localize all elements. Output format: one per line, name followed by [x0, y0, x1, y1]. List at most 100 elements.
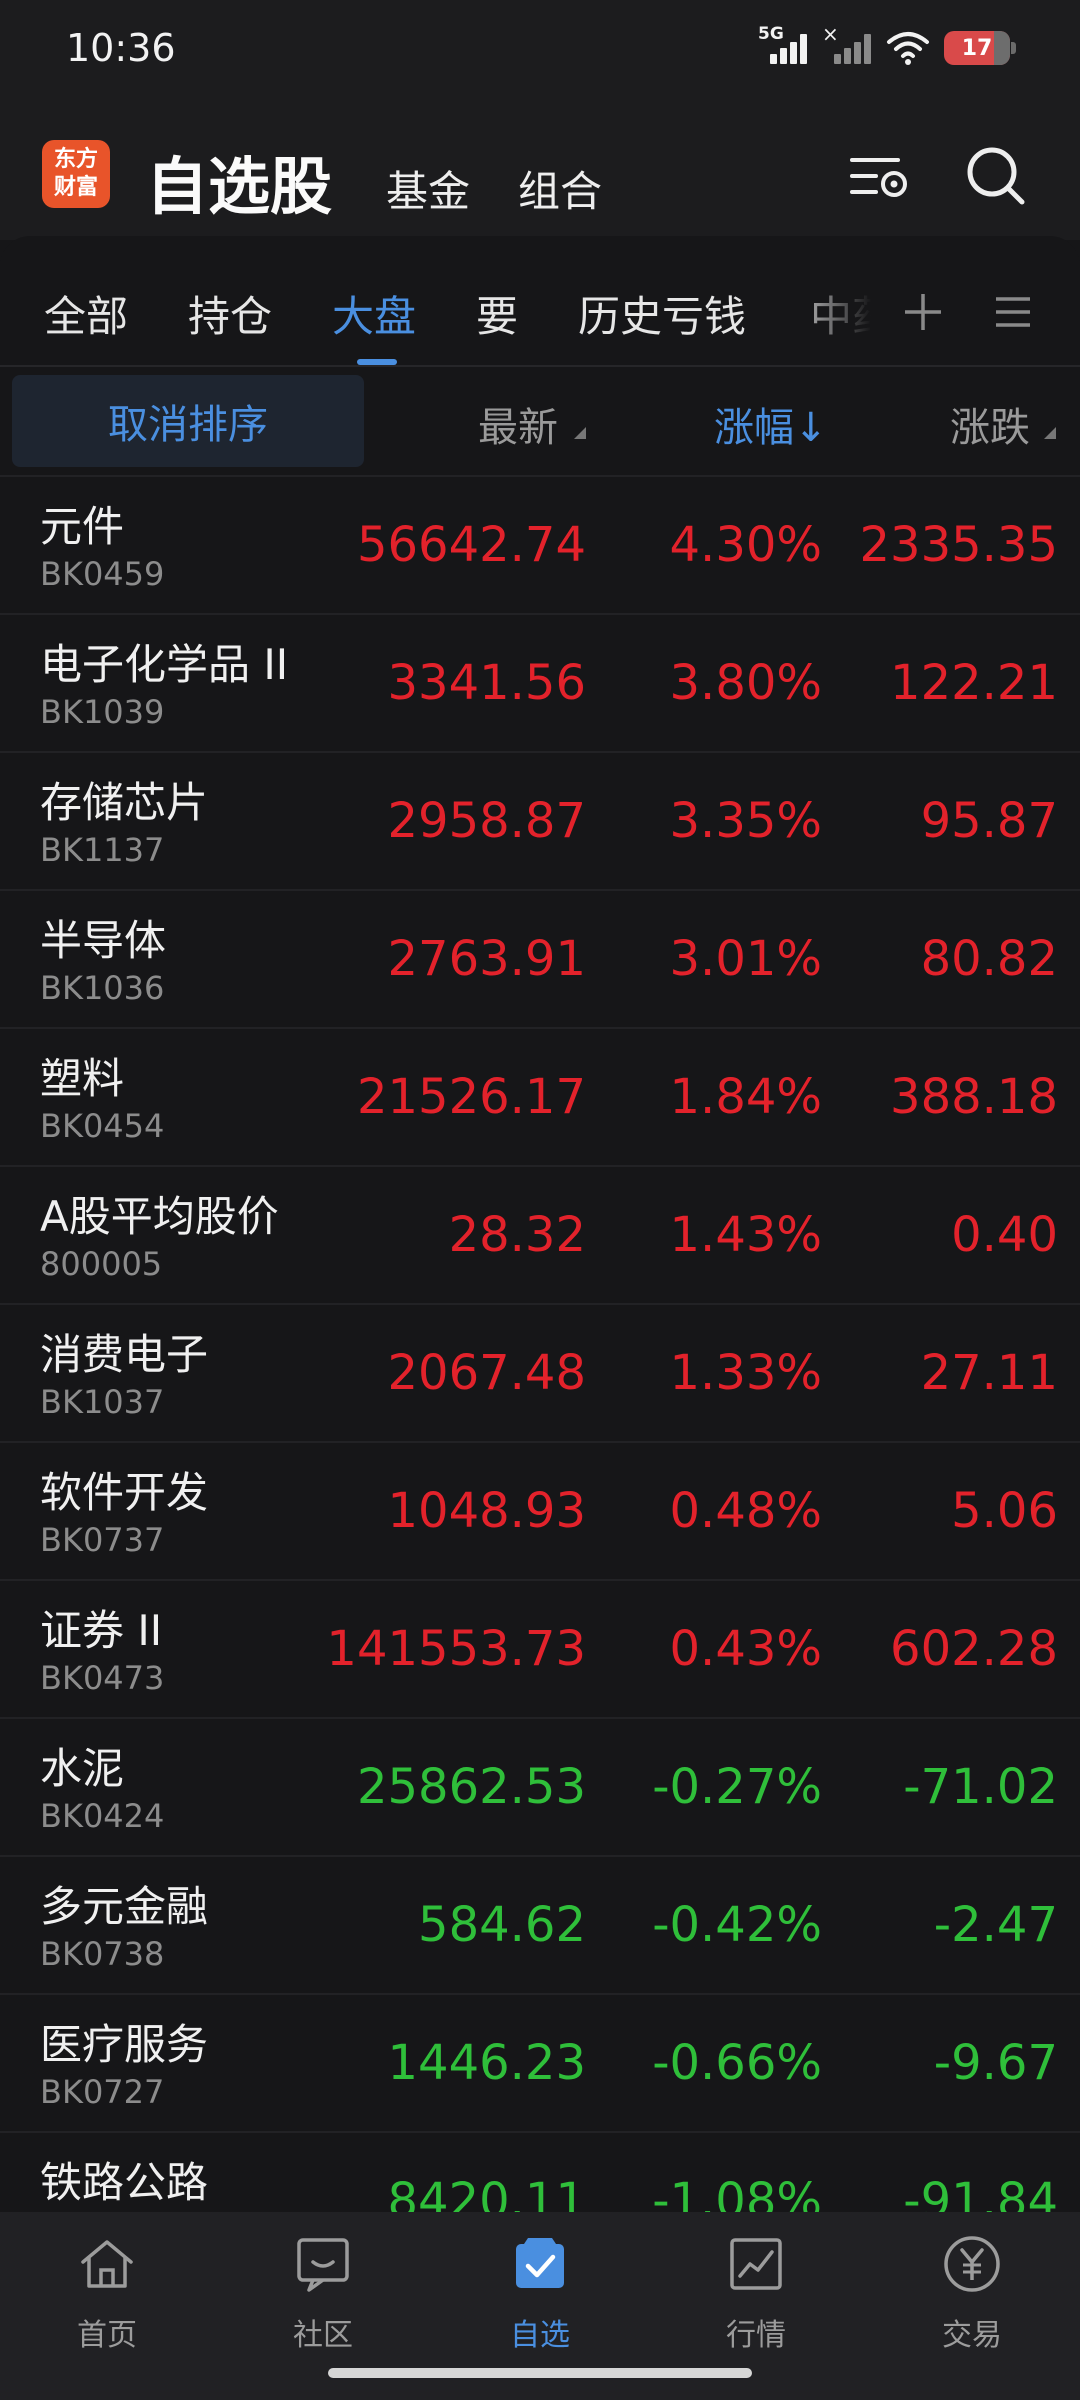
latest-price: 25862.53: [356, 1759, 586, 1815]
tab-holdings[interactable]: 持仓: [188, 283, 272, 344]
stock-name: A股平均股价: [40, 1192, 279, 1241]
stock-code: BK0454: [40, 1107, 165, 1145]
pct-change: 0.43%: [669, 1621, 822, 1677]
price-change: 602.28: [890, 1621, 1058, 1677]
price-change: 80.82: [920, 931, 1058, 987]
search-icon[interactable]: [960, 140, 1032, 212]
nav-community[interactable]: 社区: [248, 2232, 398, 2354]
price-change: 2335.35: [859, 517, 1059, 573]
status-bar: 10:36 5G × 17: [0, 0, 1080, 100]
tab-market[interactable]: 大盘: [332, 283, 416, 344]
sort-indicator-icon: [1044, 427, 1056, 439]
latest-price: 584.62: [418, 1897, 586, 1953]
table-row[interactable]: 电子化学品 II BK1039 3341.56 3.80% 122.21: [0, 613, 1080, 751]
price-change: 95.87: [920, 793, 1058, 849]
stock-name: 元件: [40, 502, 125, 551]
yen-trade-icon: [944, 2236, 1000, 2292]
stock-code: BK1036: [40, 969, 165, 1007]
pct-change: 3.80%: [669, 655, 822, 711]
table-row[interactable]: 水泥 BK0424 25862.53 -0.27% -71.02: [0, 1717, 1080, 1855]
stock-code: 800005: [40, 1245, 163, 1283]
stock-code: BK0473: [40, 1659, 165, 1697]
column-header-pct-change[interactable]: 涨幅↓: [714, 395, 828, 453]
signal-5g-icon: 5G: [758, 24, 808, 68]
stock-name: 水泥: [40, 1744, 125, 1793]
tab-history-loss[interactable]: 历史亏钱: [578, 283, 746, 344]
app-logo: 东方 财富: [42, 140, 110, 208]
table-row[interactable]: A股平均股价 800005 28.32 1.43% 0.40: [0, 1165, 1080, 1303]
latest-price: 28.32: [448, 1207, 586, 1263]
table-row[interactable]: 医疗服务 BK0727 1446.23 -0.66% -9.67: [0, 1993, 1080, 2131]
table-row[interactable]: 多元金融 BK0738 584.62 -0.42% -2.47: [0, 1855, 1080, 1993]
nav-home[interactable]: 首页: [32, 2232, 182, 2354]
table-row[interactable]: 证券 II BK0473 141553.73 0.43% 602.28: [0, 1579, 1080, 1717]
table-row[interactable]: 半导体 BK1036 2763.91 3.01% 80.82: [0, 889, 1080, 1027]
stock-code: BK0737: [40, 1521, 165, 1559]
pct-change: -0.27%: [652, 1759, 822, 1815]
stock-name: 电子化学品 II: [40, 640, 289, 689]
stock-code: BK0424: [40, 1797, 165, 1835]
tab-important[interactable]: 要: [476, 283, 518, 344]
sort-header: 取消排序 最新 涨幅↓ 涨跌: [0, 367, 1080, 475]
header-tab-funds[interactable]: 基金: [386, 158, 470, 219]
stock-name: 消费电子: [40, 1330, 209, 1379]
stock-code: BK0727: [40, 2073, 165, 2111]
stock-name: 塑料: [40, 1054, 125, 1103]
pct-change: 1.84%: [669, 1069, 822, 1125]
pct-change: 0.48%: [669, 1483, 822, 1539]
home-indicator[interactable]: [328, 2368, 752, 2378]
latest-price: 1446.23: [387, 2035, 587, 2091]
latest-price: 56642.74: [356, 517, 586, 573]
stock-list: 元件 BK0459 56642.74 4.30% 2335.35 电子化学品 I…: [0, 475, 1080, 2269]
stock-name: 半导体: [40, 916, 167, 965]
price-change: 122.21: [890, 655, 1058, 711]
stock-name: 多元金融: [40, 1882, 209, 1931]
nav-watchlist[interactable]: 自选: [465, 2232, 615, 2354]
settings-icon[interactable]: [846, 140, 918, 212]
pct-change: -0.66%: [652, 2035, 822, 2091]
nav-market[interactable]: 行情: [681, 2232, 831, 2354]
header-tab-portfolio[interactable]: 组合: [518, 158, 602, 219]
pct-change: 1.43%: [669, 1207, 822, 1263]
stock-code: BK1037: [40, 1383, 165, 1421]
table-row[interactable]: 软件开发 BK0737 1048.93 0.48% 5.06: [0, 1441, 1080, 1579]
latest-price: 2958.87: [387, 793, 587, 849]
battery-icon: 17: [944, 31, 1016, 65]
table-row[interactable]: 存储芯片 BK1137 2958.87 3.35% 95.87: [0, 751, 1080, 889]
stock-name: 存储芯片: [40, 778, 209, 827]
wifi-icon: [887, 32, 929, 65]
price-change: 0.40: [951, 1207, 1058, 1263]
pct-change: 1.33%: [669, 1345, 822, 1401]
stock-name: 证券 II: [40, 1606, 163, 1655]
menu-icon[interactable]: [990, 289, 1036, 335]
stock-code: BK0459: [40, 555, 165, 593]
latest-price: 2067.48: [387, 1345, 587, 1401]
price-change: 5.06: [951, 1483, 1058, 1539]
table-row[interactable]: 消费电子 BK1037 2067.48 1.33% 27.11: [0, 1303, 1080, 1441]
price-change: 388.18: [890, 1069, 1058, 1125]
pct-change: -0.42%: [652, 1897, 822, 1953]
latest-price: 21526.17: [356, 1069, 586, 1125]
page-title[interactable]: 自选股: [146, 136, 332, 226]
stock-code: BK1039: [40, 693, 165, 731]
tab-fade: [780, 265, 910, 345]
stock-code: BK0738: [40, 1935, 165, 1973]
category-tabs: 全部 持仓 大盘 要 历史亏钱 中药: [0, 245, 1080, 365]
cancel-sort-button[interactable]: 取消排序: [12, 375, 364, 467]
add-tab-icon[interactable]: [900, 289, 946, 335]
price-change: -9.67: [933, 2035, 1058, 2091]
status-icons: 5G × 17: [758, 22, 1016, 68]
column-header-change[interactable]: 涨跌: [950, 395, 1030, 453]
nav-trade[interactable]: 交易: [897, 2232, 1047, 2354]
watchlist-icon: [516, 2238, 564, 2288]
table-row[interactable]: 塑料 BK0454 21526.17 1.84% 388.18: [0, 1027, 1080, 1165]
latest-price: 2763.91: [387, 931, 587, 987]
table-row[interactable]: 元件 BK0459 56642.74 4.30% 2335.35: [0, 475, 1080, 613]
sort-indicator-icon: [574, 427, 586, 439]
app-header: 东方 财富 自选股 基金 组合: [0, 100, 1080, 240]
column-header-latest[interactable]: 最新: [478, 395, 558, 453]
tab-all[interactable]: 全部: [44, 283, 128, 344]
community-icon: [297, 2238, 349, 2292]
pct-change: 3.01%: [669, 931, 822, 987]
latest-price: 3341.56: [387, 655, 587, 711]
